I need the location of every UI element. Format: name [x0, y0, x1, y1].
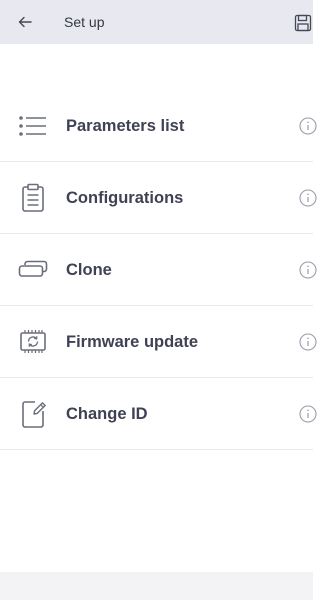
- chip-refresh-icon: [20, 330, 46, 353]
- app-bar: Set up: [0, 0, 313, 44]
- list-icon: [19, 116, 46, 136]
- info-icon[interactable]: [298, 404, 318, 424]
- menu-item-label: Configurations: [66, 189, 184, 207]
- info-icon[interactable]: [298, 260, 318, 280]
- menu-item-firmware-update[interactable]: Firmware update: [0, 306, 317, 378]
- menu-item-label: Parameters list: [66, 117, 185, 135]
- edit-document-icon: [22, 401, 46, 428]
- clipboard-icon: [22, 183, 44, 212]
- menu-item-parameters-list[interactable]: Parameters list: [0, 90, 317, 162]
- info-icon[interactable]: [298, 332, 318, 352]
- save-icon[interactable]: [294, 14, 312, 32]
- back-arrow-icon[interactable]: [16, 13, 34, 31]
- setup-menu-list: Parameters list Configurations Clone Fir…: [0, 90, 317, 450]
- menu-item-change-id[interactable]: Change ID: [0, 378, 317, 450]
- page-title: Set up: [64, 14, 105, 30]
- bottom-navigation-bar: [0, 572, 313, 600]
- menu-item-clone[interactable]: Clone: [0, 234, 317, 306]
- menu-item-label: Change ID: [66, 405, 148, 423]
- menu-item-configurations[interactable]: Configurations: [0, 162, 317, 234]
- info-icon[interactable]: [298, 188, 318, 208]
- menu-item-label: Firmware update: [66, 333, 199, 351]
- info-icon[interactable]: [298, 116, 318, 136]
- clone-cards-icon: [18, 260, 48, 277]
- menu-item-label: Clone: [66, 261, 112, 279]
